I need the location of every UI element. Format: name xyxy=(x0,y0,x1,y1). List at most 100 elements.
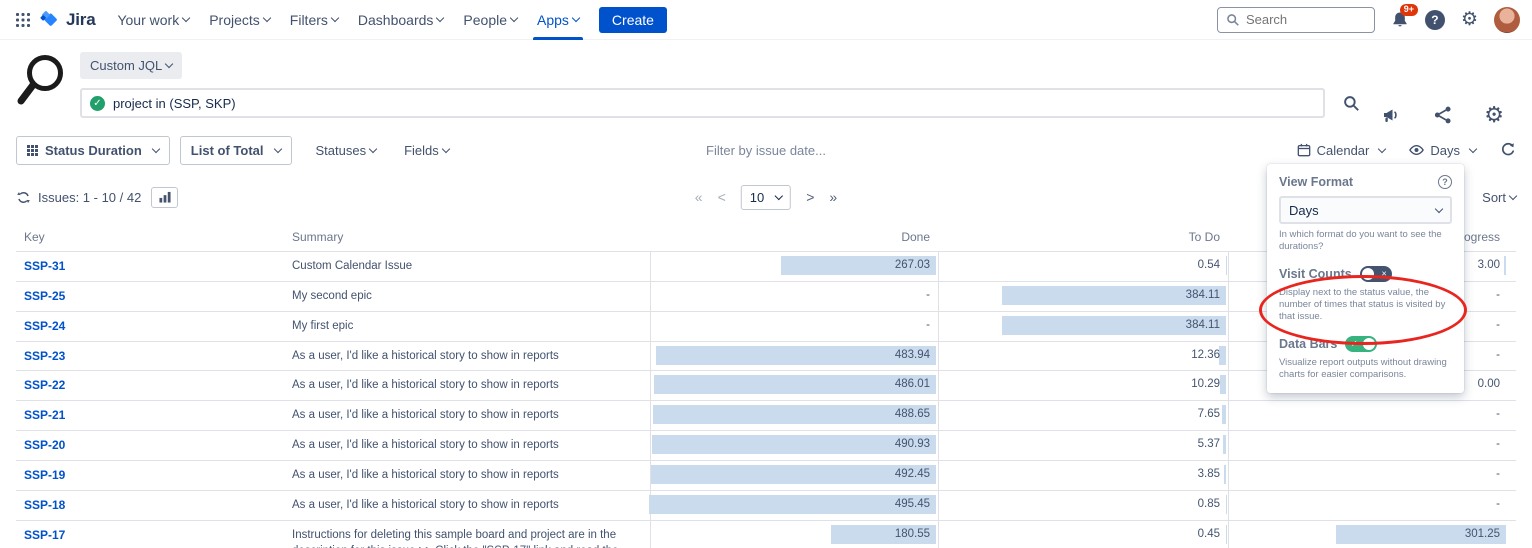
chevron-down-icon xyxy=(165,60,173,68)
first-page-button[interactable]: « xyxy=(695,189,703,205)
sync-icon[interactable] xyxy=(16,190,31,205)
duration-cell-done: 180.55 xyxy=(650,521,938,548)
jql-mode-dropdown[interactable]: Custom JQL xyxy=(80,52,182,79)
duration-value: 384.11 xyxy=(1186,312,1220,339)
duration-value: - xyxy=(1496,401,1500,428)
nav-projects[interactable]: Projects xyxy=(199,0,280,40)
help-icon[interactable]: ? xyxy=(1425,10,1445,30)
visit-counts-toggle[interactable]: ✓ × xyxy=(1360,266,1392,282)
data-bar xyxy=(654,375,936,394)
run-search-icon[interactable] xyxy=(1343,95,1360,112)
nav-apps[interactable]: Apps xyxy=(527,0,589,40)
primary-nav: Your work Projects Filters Dashboards Pe… xyxy=(107,0,588,40)
duration-cell-done: - xyxy=(650,282,938,311)
duration-cell-todo: 0.54 xyxy=(938,252,1228,281)
issue-key-link[interactable]: SSP-23 xyxy=(24,342,65,363)
view-format-help-text: In which format do you want to see the d… xyxy=(1279,229,1452,254)
prev-page-button[interactable]: < xyxy=(718,189,726,205)
data-bar xyxy=(649,495,936,514)
duration-cell-done: - xyxy=(650,312,938,341)
chevron-down-icon xyxy=(775,191,783,199)
duration-value: 301.25 xyxy=(1465,521,1500,548)
jql-input[interactable]: ✓ project in (SSP, SKP) xyxy=(80,88,1325,118)
issue-key-link[interactable]: SSP-18 xyxy=(24,491,65,512)
duration-value: 7.65 xyxy=(1198,401,1220,428)
chevron-down-icon xyxy=(510,14,518,22)
issue-summary: As a user, I'd like a historical story t… xyxy=(284,431,650,460)
issue-key-link[interactable]: SSP-17 xyxy=(24,521,65,542)
eye-icon xyxy=(1409,144,1424,156)
chevron-down-icon xyxy=(1435,204,1443,212)
app-switcher-icon[interactable] xyxy=(10,7,36,33)
issue-date-filter[interactable]: Filter by issue date... xyxy=(706,143,826,158)
create-button[interactable]: Create xyxy=(599,7,667,33)
issue-key-link[interactable]: SSP-19 xyxy=(24,461,65,482)
issue-key-link[interactable]: SSP-21 xyxy=(24,401,65,422)
toggle-check-icon: ✓ xyxy=(1350,339,1358,348)
search-icon xyxy=(1226,13,1240,27)
statuses-dropdown[interactable]: Statuses xyxy=(316,143,377,158)
calendar-dropdown[interactable]: Calendar xyxy=(1297,143,1386,158)
duration-value: - xyxy=(926,312,930,339)
refresh-icon[interactable] xyxy=(1500,142,1516,158)
duration-value: 3.00 xyxy=(1478,252,1500,279)
issue-key-link[interactable]: SSP-24 xyxy=(24,312,65,333)
data-bars-toggle[interactable]: ✓ × xyxy=(1345,336,1377,352)
issue-key-link[interactable]: SSP-31 xyxy=(24,252,65,273)
share-icon[interactable] xyxy=(1434,106,1452,124)
view-format-help-icon[interactable]: ? xyxy=(1438,175,1452,189)
duration-cell-todo: 5.37 xyxy=(938,431,1228,460)
issue-summary: As a user, I'd like a historical story t… xyxy=(284,401,650,430)
notifications-button[interactable]: 9+ xyxy=(1391,11,1409,29)
nav-filters[interactable]: Filters xyxy=(280,0,348,40)
report-type-dropdown[interactable]: Status Duration xyxy=(16,136,170,165)
table-row: SSP-17Instructions for deleting this sam… xyxy=(16,521,1516,548)
chevron-down-icon xyxy=(182,14,190,22)
issue-key-link[interactable]: SSP-20 xyxy=(24,431,65,452)
chevron-down-icon xyxy=(263,14,271,22)
chart-view-button[interactable] xyxy=(151,187,178,208)
data-bar xyxy=(651,465,936,484)
sort-dropdown[interactable]: Sort xyxy=(1482,190,1516,205)
chevron-down-icon xyxy=(1469,144,1477,152)
duration-cell-todo: 12.36 xyxy=(938,342,1228,371)
issue-key-link[interactable]: SSP-22 xyxy=(24,371,65,392)
duration-value: - xyxy=(926,282,930,309)
toggle-cross-icon: × xyxy=(1381,269,1386,278)
duration-value: 0.54 xyxy=(1198,252,1220,279)
nav-dashboards[interactable]: Dashboards xyxy=(348,0,454,40)
settings-gear-icon[interactable]: ⚙ xyxy=(1461,10,1478,29)
page-size-select[interactable]: 10 xyxy=(741,185,791,210)
list-mode-dropdown[interactable]: List of Total xyxy=(180,136,292,165)
duration-value: 495.45 xyxy=(895,491,930,518)
duration-value: - xyxy=(1496,491,1500,518)
issue-key-link[interactable]: SSP-25 xyxy=(24,282,65,303)
global-search-input[interactable] xyxy=(1246,12,1356,27)
data-bars-help-text: Visualize report outputs without drawing… xyxy=(1279,357,1452,382)
issue-summary: As a user, I'd like a historical story t… xyxy=(284,491,650,520)
duration-value: 384.11 xyxy=(1186,282,1220,309)
column-header-done: Done xyxy=(650,230,938,244)
global-search[interactable] xyxy=(1217,7,1375,33)
view-format-dropdown[interactable]: Days xyxy=(1409,143,1476,158)
issue-summary: Custom Calendar Issue xyxy=(284,252,650,281)
nav-your-work[interactable]: Your work xyxy=(107,0,199,40)
jira-logo[interactable]: Jira xyxy=(40,9,95,30)
duration-cell-inprogress: 301.25 xyxy=(1228,521,1508,548)
data-bar xyxy=(1224,465,1226,484)
view-format-select[interactable]: Days xyxy=(1279,196,1452,224)
next-page-button[interactable]: > xyxy=(806,189,814,205)
report-settings-gear-icon[interactable]: ⚙ xyxy=(1484,104,1504,126)
nav-people[interactable]: People xyxy=(453,0,527,40)
user-avatar[interactable] xyxy=(1494,7,1520,33)
last-page-button[interactable]: » xyxy=(829,189,837,205)
duration-value: - xyxy=(1496,431,1500,458)
duration-value: - xyxy=(1496,461,1500,488)
duration-cell-todo: 384.11 xyxy=(938,312,1228,341)
nav-right-actions: 9+ ? ⚙ xyxy=(1217,7,1520,33)
column-header-todo: To Do xyxy=(938,230,1228,244)
duration-cell-done: 486.01 xyxy=(650,371,938,400)
duration-value: 486.01 xyxy=(895,371,930,398)
fields-dropdown[interactable]: Fields xyxy=(404,143,449,158)
announcement-megaphone-icon[interactable] xyxy=(1382,106,1402,124)
